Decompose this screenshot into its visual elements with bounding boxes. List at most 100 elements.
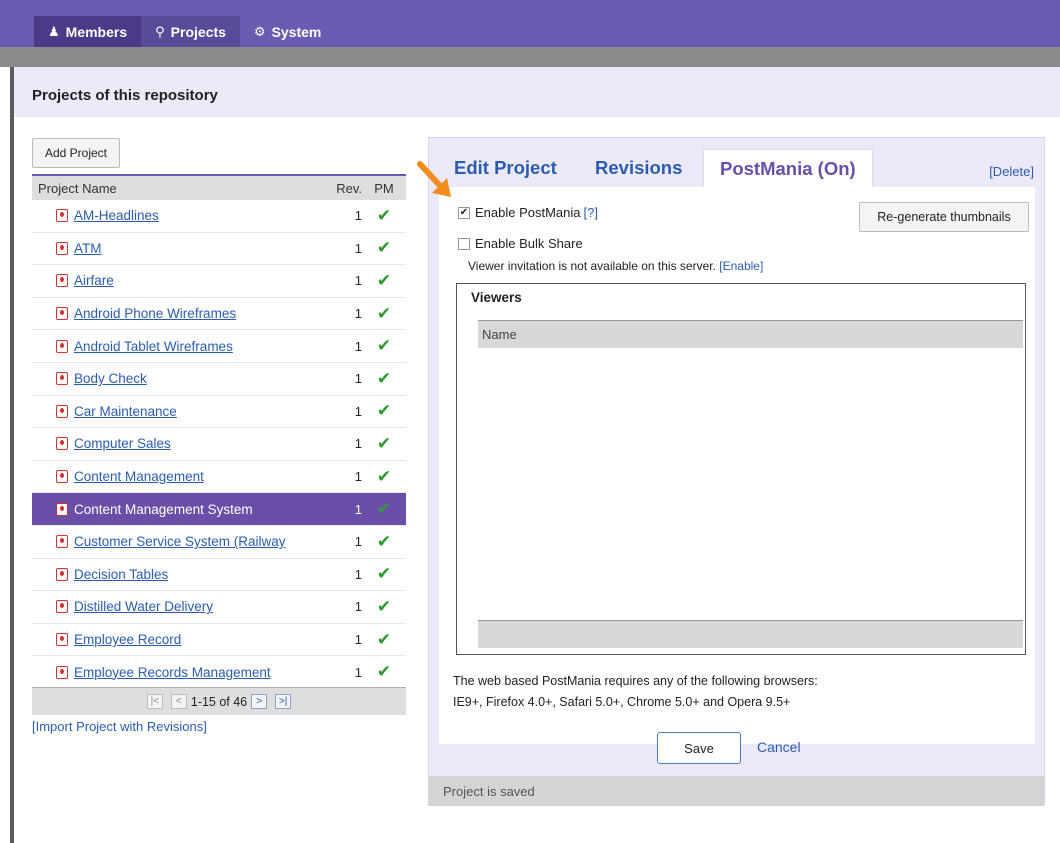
project-name-cell: Decision Tables xyxy=(32,567,322,582)
project-row[interactable]: Decision Tables 1 ✔ xyxy=(32,559,406,592)
project-pin-icon xyxy=(56,665,68,679)
project-link[interactable]: Decision Tables xyxy=(74,567,168,582)
save-button[interactable]: Save xyxy=(657,732,741,764)
project-link[interactable]: Distilled Water Delivery xyxy=(74,599,213,614)
project-rev: 1 xyxy=(354,240,362,256)
project-pin-icon xyxy=(56,633,68,647)
project-pin-icon xyxy=(56,502,68,516)
project-row[interactable]: Android Tablet Wireframes 1 ✔ xyxy=(32,330,406,363)
project-row[interactable]: Body Check 1 ✔ xyxy=(32,363,406,396)
project-link[interactable]: AM-Headlines xyxy=(74,208,159,223)
project-row[interactable]: ATM 1 ✔ xyxy=(32,233,406,266)
import-project-link[interactable]: [Import Project with Revisions] xyxy=(32,719,207,734)
project-name-cell: Employee Record xyxy=(32,632,322,647)
project-row[interactable]: Employee Records Management 1 ✔ xyxy=(32,656,406,689)
project-row[interactable]: Content Management 1 ✔ xyxy=(32,461,406,494)
project-name-cell: Android Phone Wireframes xyxy=(32,306,322,321)
postmania-check-icon: ✔ xyxy=(376,564,392,584)
project-link[interactable]: Content Management System xyxy=(74,502,253,517)
project-row[interactable]: Computer Sales 1 ✔ xyxy=(32,428,406,461)
enable-bulk-share-label: Enable Bulk Share xyxy=(475,236,583,251)
project-row[interactable]: Employee Record 1 ✔ xyxy=(32,624,406,657)
project-pin-icon xyxy=(56,372,68,386)
project-row[interactable]: Customer Service System (Railway 1 ✔ xyxy=(32,526,406,559)
pin-icon: ⚲ xyxy=(155,23,165,39)
browser-note-line-2: IE9+, Firefox 4.0+, Safari 5.0+, Chrome … xyxy=(453,695,791,709)
tab-system[interactable]: ⚙ System xyxy=(240,16,335,47)
project-link[interactable]: Airfare xyxy=(74,273,114,288)
project-row[interactable]: Airfare 1 ✔ xyxy=(32,265,406,298)
tab-members-label: Members xyxy=(65,23,128,40)
regenerate-thumbnails-button[interactable]: Re-generate thumbnails xyxy=(859,202,1029,232)
project-row[interactable]: Car Maintenance 1 ✔ xyxy=(32,396,406,429)
add-project-button[interactable]: Add Project xyxy=(32,138,120,168)
edit-panel: Edit Project Revisions PostMania (On) [D… xyxy=(428,137,1045,806)
tab-edit-project[interactable]: Edit Project xyxy=(454,157,557,179)
enable-bulk-share-checkbox[interactable] xyxy=(458,237,470,250)
postmania-check-icon: ✔ xyxy=(376,270,392,290)
project-pin-icon xyxy=(56,600,68,614)
nav-divider xyxy=(0,47,1060,67)
enable-bulk-share-row: Enable Bulk Share xyxy=(458,236,583,251)
column-header-pm[interactable]: PM xyxy=(362,181,406,196)
last-page-button[interactable]: >| xyxy=(275,694,292,709)
project-pin-icon xyxy=(56,339,68,353)
postmania-check-icon: ✔ xyxy=(376,303,392,323)
tab-projects[interactable]: ⚲ Projects xyxy=(141,16,240,47)
project-link[interactable]: Car Maintenance xyxy=(74,404,177,419)
prev-page-button[interactable]: < xyxy=(170,694,187,709)
viewers-name-header: Name xyxy=(478,320,1023,348)
delete-link[interactable]: [Delete] xyxy=(989,164,1034,179)
postmania-check-icon: ✔ xyxy=(376,629,392,649)
project-link[interactable]: Computer Sales xyxy=(74,436,171,451)
next-page-button[interactable]: > xyxy=(251,694,268,709)
enable-postmania-checkbox[interactable]: ✔ xyxy=(458,206,470,219)
viewers-box: Viewers Name xyxy=(456,283,1026,655)
tab-revisions[interactable]: Revisions xyxy=(595,157,682,179)
project-rows: AM-Headlines 1 ✔ ATM 1 ✔ Airfare 1 ✔ Android Phon… xyxy=(32,200,406,689)
project-pin-icon xyxy=(56,274,68,288)
project-row[interactable]: Distilled Water Delivery 1 ✔ xyxy=(32,591,406,624)
project-name-cell: Airfare xyxy=(32,273,322,288)
project-rev: 1 xyxy=(354,208,362,224)
project-link[interactable]: Body Check xyxy=(74,371,147,386)
project-link[interactable]: Customer Service System (Railway xyxy=(74,534,286,549)
column-header-name[interactable]: Project Name xyxy=(32,181,322,196)
first-page-button[interactable]: |< xyxy=(146,694,163,709)
project-link[interactable]: Employee Records Management xyxy=(74,665,271,680)
viewers-footer xyxy=(478,620,1023,648)
postmania-check-icon: ✔ xyxy=(376,596,392,616)
project-link[interactable]: Content Management xyxy=(74,469,204,484)
project-link[interactable]: Android Tablet Wireframes xyxy=(74,339,233,354)
project-pin-icon xyxy=(56,307,68,321)
postmania-check-icon: ✔ xyxy=(376,499,392,519)
viewer-enable-link[interactable]: [Enable] xyxy=(719,259,763,273)
project-rev: 1 xyxy=(354,306,362,322)
project-rev: 1 xyxy=(354,534,362,550)
postmania-check-icon: ✔ xyxy=(376,368,392,388)
project-link[interactable]: ATM xyxy=(74,241,102,256)
viewer-note-text: Viewer invitation is not available on th… xyxy=(468,259,716,273)
project-link[interactable]: Employee Record xyxy=(74,632,181,647)
project-row[interactable]: Content Management System 1 ✔ xyxy=(32,493,406,526)
status-bar: Project is saved xyxy=(429,776,1044,806)
cancel-link[interactable]: Cancel xyxy=(757,739,801,755)
project-link[interactable]: Android Phone Wireframes xyxy=(74,306,236,321)
project-name-cell: Employee Records Management xyxy=(32,665,322,680)
project-name-cell: Computer Sales xyxy=(32,436,322,451)
project-rev: 1 xyxy=(354,338,362,354)
project-row[interactable]: AM-Headlines 1 ✔ xyxy=(32,200,406,233)
browser-note-line-1: The web based PostMania requires any of … xyxy=(453,674,818,688)
tab-postmania[interactable]: PostMania (On) xyxy=(703,149,873,187)
project-rev: 1 xyxy=(354,501,362,517)
postmania-help-link[interactable]: [?] xyxy=(584,205,598,220)
tab-system-label: System xyxy=(271,23,322,40)
tab-members[interactable]: ♟ Members xyxy=(34,16,142,47)
project-rev: 1 xyxy=(354,371,362,387)
project-row[interactable]: Android Phone Wireframes 1 ✔ xyxy=(32,298,406,331)
left-frame-border xyxy=(10,67,14,843)
column-header-rev[interactable]: Rev. xyxy=(322,181,362,196)
main-nav: ♟ Members ⚲ Projects ⚙ System xyxy=(34,16,335,47)
project-rev: 1 xyxy=(354,599,362,615)
project-rev: 1 xyxy=(354,436,362,452)
